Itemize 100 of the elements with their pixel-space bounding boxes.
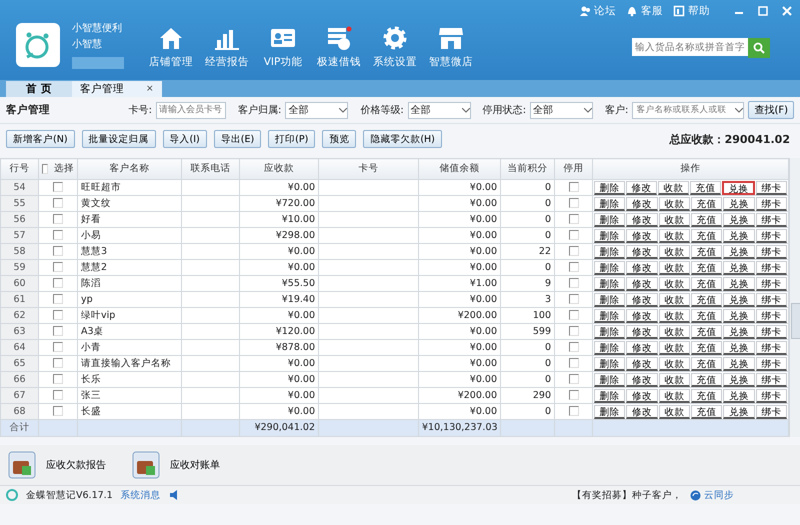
- action-button[interactable]: 修改: [626, 212, 658, 226]
- select-all-checkbox[interactable]: [42, 164, 48, 174]
- action-button[interactable]: 收款: [658, 308, 690, 322]
- action-button[interactable]: 收款: [658, 260, 690, 274]
- action-button[interactable]: 充值: [690, 324, 722, 338]
- row-checkbox[interactable]: [53, 230, 63, 240]
- action-button[interactable]: 充值: [690, 356, 722, 370]
- action-button[interactable]: 兑换: [723, 324, 755, 338]
- action-button[interactable]: 充值: [690, 228, 722, 242]
- disable-checkbox[interactable]: [568, 278, 578, 288]
- close-icon[interactable]: [782, 6, 792, 16]
- close-tab-icon[interactable]: ×: [146, 84, 154, 94]
- action-button[interactable]: 删除: [594, 292, 626, 306]
- action-button[interactable]: 兑换: [723, 212, 755, 226]
- action-button[interactable]: 兑换: [723, 228, 755, 242]
- column-header[interactable]: 储值余额: [418, 158, 500, 180]
- action-button[interactable]: 修改: [626, 340, 658, 354]
- action-button[interactable]: 充值: [690, 212, 722, 226]
- action-button[interactable]: 收款: [658, 244, 690, 258]
- action-button[interactable]: 收款: [658, 340, 690, 354]
- action-button[interactable]: 兑换: [723, 372, 755, 386]
- disable-checkbox[interactable]: [568, 246, 578, 256]
- action-button[interactable]: 修改: [626, 180, 658, 194]
- action-button[interactable]: 绑卡: [756, 260, 787, 274]
- disable-checkbox[interactable]: [568, 182, 578, 192]
- action-button[interactable]: 充值: [690, 372, 722, 386]
- action-button[interactable]: 充值: [690, 388, 722, 402]
- action-button[interactable]: 兑换: [723, 276, 755, 290]
- column-header[interactable]: 当前积分: [500, 158, 554, 180]
- action-button[interactable]: 收款: [658, 180, 690, 194]
- action-button[interactable]: 兑换: [723, 260, 755, 274]
- action-button[interactable]: 删除: [594, 388, 626, 402]
- toolbar-button[interactable]: 导入(I): [162, 130, 207, 148]
- action-button[interactable]: 修改: [626, 196, 658, 210]
- action-button[interactable]: 删除: [594, 244, 626, 258]
- disable-checkbox[interactable]: [568, 374, 578, 384]
- action-button[interactable]: 绑卡: [756, 308, 787, 322]
- promo-text[interactable]: 【有奖招募】种子客户，: [572, 488, 682, 502]
- action-button[interactable]: 兑换: [723, 356, 755, 370]
- action-button[interactable]: 绑卡: [756, 276, 787, 290]
- action-button[interactable]: 修改: [626, 404, 658, 418]
- dropdown[interactable]: 全部: [408, 102, 471, 118]
- action-button[interactable]: 修改: [626, 372, 658, 386]
- action-button[interactable]: 兑换: [722, 180, 755, 194]
- column-header[interactable]: 停用: [554, 158, 592, 180]
- action-button[interactable]: 绑卡: [756, 404, 787, 418]
- action-button[interactable]: 收款: [658, 292, 690, 306]
- action-button[interactable]: 删除: [594, 228, 626, 242]
- row-checkbox[interactable]: [53, 342, 63, 352]
- action-button[interactable]: 删除: [594, 356, 626, 370]
- toolbar-button[interactable]: 导出(E): [214, 130, 262, 148]
- action-button[interactable]: 删除: [594, 260, 626, 274]
- action-button[interactable]: 绑卡: [756, 212, 787, 226]
- action-button[interactable]: 修改: [626, 324, 658, 338]
- find-button[interactable]: 查找(F): [748, 101, 794, 119]
- row-checkbox[interactable]: [53, 294, 63, 304]
- action-button[interactable]: 删除: [594, 308, 626, 322]
- action-button[interactable]: 兑换: [723, 308, 755, 322]
- nav-button[interactable]: 极速借钱: [314, 24, 364, 68]
- disable-checkbox[interactable]: [568, 406, 578, 416]
- action-button[interactable]: 绑卡: [756, 388, 787, 402]
- action-button[interactable]: 收款: [658, 356, 690, 370]
- nav-button[interactable]: 经营报告: [202, 24, 252, 68]
- disable-checkbox[interactable]: [568, 390, 578, 400]
- nav-button[interactable]: 系统设置: [370, 24, 420, 68]
- report-link[interactable]: 应收欠款报告: [8, 451, 106, 479]
- action-button[interactable]: 删除: [594, 212, 626, 226]
- action-button[interactable]: 兑换: [723, 340, 755, 354]
- column-header[interactable]: 行号: [0, 158, 38, 180]
- report-link[interactable]: 应收对账单: [132, 451, 220, 479]
- action-button[interactable]: 修改: [626, 292, 658, 306]
- disable-checkbox[interactable]: [568, 358, 578, 368]
- action-button[interactable]: 充值: [690, 260, 722, 274]
- action-button[interactable]: 删除: [594, 276, 626, 290]
- disable-checkbox[interactable]: [568, 326, 578, 336]
- action-button[interactable]: 绑卡: [756, 292, 787, 306]
- search-field[interactable]: 输入货品名称或拼音首字: [632, 38, 748, 56]
- tab[interactable]: 首 页: [6, 81, 72, 97]
- action-button[interactable]: 充值: [690, 180, 722, 194]
- row-checkbox[interactable]: [53, 310, 63, 320]
- action-button[interactable]: 绑卡: [756, 228, 787, 242]
- action-button[interactable]: 充值: [690, 292, 722, 306]
- toolbar-button[interactable]: 新增客户(N): [6, 130, 75, 148]
- row-checkbox[interactable]: [53, 390, 63, 400]
- action-button[interactable]: 充值: [690, 308, 722, 322]
- disable-checkbox[interactable]: [568, 198, 578, 208]
- action-button[interactable]: 绑卡: [756, 196, 787, 210]
- action-button[interactable]: 兑换: [723, 388, 755, 402]
- action-button[interactable]: 充值: [690, 340, 722, 354]
- action-button[interactable]: 收款: [658, 388, 690, 402]
- action-button[interactable]: 删除: [594, 180, 626, 194]
- scrollbar[interactable]: [789, 158, 800, 437]
- disable-checkbox[interactable]: [568, 310, 578, 320]
- disable-checkbox[interactable]: [568, 294, 578, 304]
- column-header[interactable]: 应收款: [240, 158, 318, 180]
- search-button[interactable]: [748, 38, 770, 58]
- nav-button[interactable]: 店铺管理: [146, 24, 196, 68]
- sync-link[interactable]: 云同步: [704, 488, 734, 502]
- action-button[interactable]: 绑卡: [756, 180, 787, 194]
- action-button[interactable]: 收款: [658, 228, 690, 242]
